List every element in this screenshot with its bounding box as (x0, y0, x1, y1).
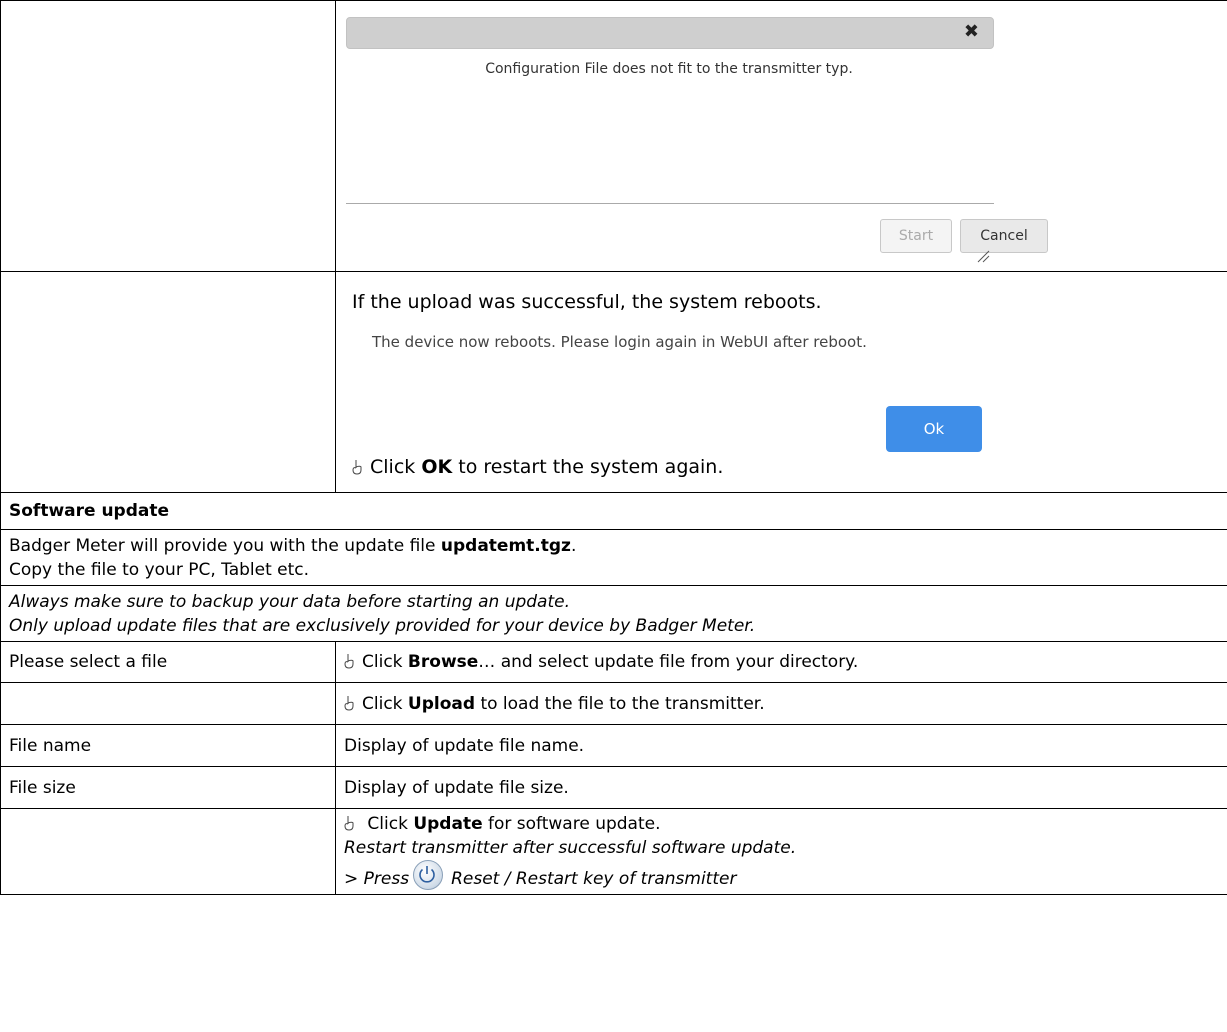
instr-post: for software update. (482, 814, 661, 834)
table-row: File name Display of update file name. (0, 724, 1227, 767)
intro-line-2: Copy the file to your PC, Tablet etc. (9, 559, 310, 580)
dialog-titlebar: ✖ (346, 17, 994, 49)
upload-dialog: ✖ Configuration File does not fit to the… (336, 1, 1227, 271)
row-instruction: Click Browse… and select update file fro… (335, 641, 1227, 683)
table-row: Click Update for software update. Restar… (0, 808, 1227, 895)
note-line-2: Only upload update files that are exclus… (9, 615, 756, 636)
dialog-row: ✖ Configuration File does not fit to the… (0, 0, 1227, 272)
instr-post: to restart the system again. (452, 456, 724, 478)
pointing-hand-icon (344, 650, 356, 674)
intro-row: Badger Meter will provide you with the u… (0, 529, 1227, 586)
pointing-hand-icon (352, 455, 364, 481)
table-row: File size Display of update file size. (0, 766, 1227, 809)
section-title: Software update (0, 492, 1227, 530)
dialog-message: Configuration File does not fit to the t… (485, 61, 853, 77)
start-button[interactable]: Start (880, 219, 952, 253)
browse-label: Browse (407, 652, 479, 672)
reboot-message: The device now reboots. Please login aga… (372, 333, 867, 351)
row-label: File name (0, 724, 336, 767)
update-filename: updatemt.tgz (440, 535, 571, 556)
reboot-instruction: Click OK to restart the system again. (352, 454, 723, 481)
row-label: File size (0, 766, 336, 809)
row-description: Display of update file name. (335, 724, 1227, 767)
ok-button[interactable]: Ok (886, 406, 982, 452)
press-pre: > Press (344, 869, 410, 889)
table-row: Click Upload to load the file to the tra… (0, 682, 1227, 725)
row-description: Display of update file size. (335, 766, 1227, 809)
document-table: ✖ Configuration File does not fit to the… (0, 0, 1227, 895)
note-line-1: Always make sure to backup your data bef… (9, 591, 570, 612)
instr-pre: Click (362, 814, 414, 834)
power-icon (413, 860, 444, 890)
dialog-cell: ✖ Configuration File does not fit to the… (335, 0, 1227, 272)
press-post: Reset / Restart key of transmitter (451, 869, 737, 889)
upload-label: Upload (407, 693, 476, 714)
update-label: Update (413, 814, 483, 834)
row-instruction: Click Upload to load the file to the tra… (335, 682, 1227, 725)
resize-grip-icon[interactable] (976, 249, 990, 263)
instr-pre: Click (362, 693, 408, 714)
instr-bold: OK (421, 456, 453, 478)
instr-post: … and select update file from your direc… (478, 652, 859, 672)
update-line: Click Update for software update. (344, 812, 1219, 836)
reboot-cell: If the upload was successful, the system… (335, 271, 1227, 493)
press-line: > Press Reset / Restart key of transmitte… (344, 860, 1219, 891)
reboot-row: If the upload was successful, the system… (0, 271, 1227, 493)
intro-period: . (570, 535, 577, 556)
empty-cell (0, 0, 336, 272)
instr-post: to load the file to the transmitter. (475, 693, 765, 714)
instr-pre: Click (370, 456, 422, 478)
empty-cell (0, 271, 336, 493)
note-cell: Always make sure to backup your data bef… (0, 585, 1227, 642)
intro-line-1: Badger Meter will provide you with the u… (9, 534, 1219, 558)
update-instruction-cell: Click Update for software update. Restar… (335, 808, 1227, 895)
dialog-divider (346, 203, 994, 204)
close-icon[interactable]: ✖ (964, 20, 979, 44)
intro-cell: Badger Meter will provide you with the u… (0, 529, 1227, 586)
instr-pre: Click (362, 652, 408, 672)
cancel-button[interactable]: Cancel (960, 219, 1048, 253)
restart-note: Restart transmitter after successful sof… (344, 838, 797, 858)
reboot-panel: If the upload was successful, the system… (336, 272, 1227, 492)
row-label: Please select a file (0, 641, 336, 683)
section-header-row: Software update (0, 492, 1227, 530)
pointing-hand-icon (344, 692, 356, 716)
pointing-hand-icon (344, 812, 356, 836)
row-label (0, 682, 336, 725)
table-row: Please select a file Click Browse… and s… (0, 641, 1227, 683)
intro-text: Badger Meter will provide you with the u… (9, 535, 441, 556)
note-row: Always make sure to backup your data bef… (0, 585, 1227, 642)
reboot-intro: If the upload was successful, the system… (352, 291, 822, 313)
empty-cell (0, 808, 336, 895)
